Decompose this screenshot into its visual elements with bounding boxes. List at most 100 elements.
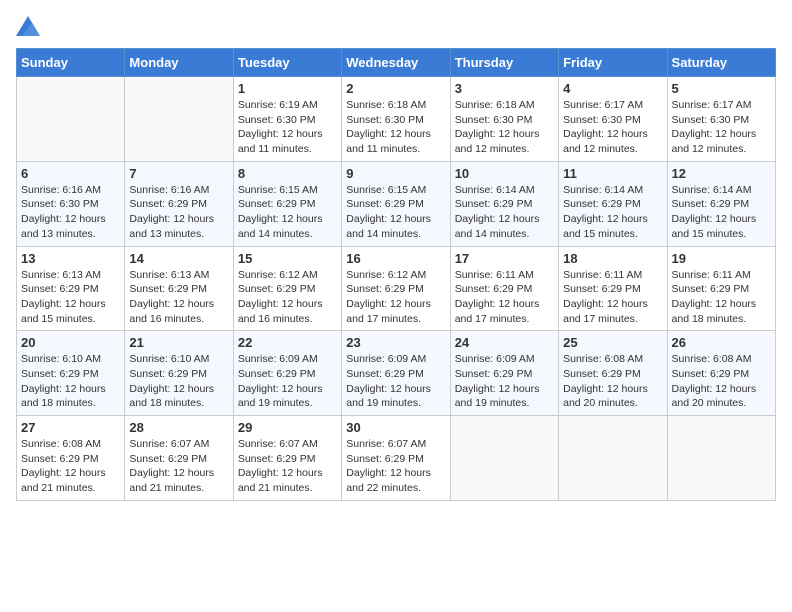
day-header-friday: Friday xyxy=(559,49,667,77)
day-number: 21 xyxy=(129,335,228,350)
calendar-cell xyxy=(125,77,233,162)
day-number: 12 xyxy=(672,166,771,181)
calendar-week-row: 13 Sunrise: 6:13 AM Sunset: 6:29 PM Dayli… xyxy=(17,246,776,331)
calendar-cell: 10 Sunrise: 6:14 AM Sunset: 6:29 PM Dayli… xyxy=(450,161,558,246)
day-number: 20 xyxy=(21,335,120,350)
day-header-saturday: Saturday xyxy=(667,49,775,77)
day-info: Sunrise: 6:07 AM Sunset: 6:29 PM Dayligh… xyxy=(238,437,337,496)
day-number: 15 xyxy=(238,251,337,266)
day-info: Sunrise: 6:08 AM Sunset: 6:29 PM Dayligh… xyxy=(563,352,662,411)
calendar-cell: 2 Sunrise: 6:18 AM Sunset: 6:30 PM Daylig… xyxy=(342,77,450,162)
day-number: 23 xyxy=(346,335,445,350)
logo xyxy=(16,16,44,36)
day-info: Sunrise: 6:08 AM Sunset: 6:29 PM Dayligh… xyxy=(672,352,771,411)
calendar-cell: 13 Sunrise: 6:13 AM Sunset: 6:29 PM Dayli… xyxy=(17,246,125,331)
day-info: Sunrise: 6:09 AM Sunset: 6:29 PM Dayligh… xyxy=(455,352,554,411)
calendar-cell: 15 Sunrise: 6:12 AM Sunset: 6:29 PM Dayli… xyxy=(233,246,341,331)
calendar-cell: 19Sunrise: 6:11 AM Sunset: 6:29 PM Dayli… xyxy=(667,246,775,331)
day-number: 10 xyxy=(455,166,554,181)
day-number: 9 xyxy=(346,166,445,181)
calendar-cell: 12 Sunrise: 6:14 AM Sunset: 6:29 PM Dayli… xyxy=(667,161,775,246)
day-info: Sunrise: 6:18 AM Sunset: 6:30 PM Dayligh… xyxy=(346,98,445,157)
day-info: Sunrise: 6:11 AM Sunset: 6:29 PM Dayligh… xyxy=(455,268,554,327)
calendar-cell: 23 Sunrise: 6:09 AM Sunset: 6:29 PM Dayli… xyxy=(342,331,450,416)
calendar-table: SundayMondayTuesdayWednesdayThursdayFrid… xyxy=(16,48,776,501)
day-number: 19 xyxy=(672,251,771,266)
day-info: Sunrise: 6:17 AM Sunset: 6:30 PM Dayligh… xyxy=(563,98,662,157)
day-info: Sunrise: 6:16 AM Sunset: 6:30 PM Dayligh… xyxy=(21,183,120,242)
day-info: Sunrise: 6:17 AM Sunset: 6:30 PM Dayligh… xyxy=(672,98,771,157)
calendar-header-row: SundayMondayTuesdayWednesdayThursdayFrid… xyxy=(17,49,776,77)
day-number: 13 xyxy=(21,251,120,266)
calendar-week-row: 6 Sunrise: 6:16 AM Sunset: 6:30 PM Daylig… xyxy=(17,161,776,246)
calendar-cell: 5 Sunrise: 6:17 AM Sunset: 6:30 PM Daylig… xyxy=(667,77,775,162)
day-info: Sunrise: 6:09 AM Sunset: 6:29 PM Dayligh… xyxy=(238,352,337,411)
day-number: 3 xyxy=(455,81,554,96)
day-info: Sunrise: 6:07 AM Sunset: 6:29 PM Dayligh… xyxy=(346,437,445,496)
day-number: 2 xyxy=(346,81,445,96)
day-info: Sunrise: 6:16 AM Sunset: 6:29 PM Dayligh… xyxy=(129,183,228,242)
day-number: 5 xyxy=(672,81,771,96)
day-info: Sunrise: 6:11 AM Sunset: 6:29 PM Dayligh… xyxy=(563,268,662,327)
calendar-cell: 4 Sunrise: 6:17 AM Sunset: 6:30 PM Daylig… xyxy=(559,77,667,162)
calendar-cell: 6 Sunrise: 6:16 AM Sunset: 6:30 PM Daylig… xyxy=(17,161,125,246)
calendar-cell: 27 Sunrise: 6:08 AM Sunset: 6:29 PM Dayli… xyxy=(17,416,125,501)
calendar-week-row: 20 Sunrise: 6:10 AM Sunset: 6:29 PM Dayli… xyxy=(17,331,776,416)
calendar-cell: 22 Sunrise: 6:09 AM Sunset: 6:29 PM Dayli… xyxy=(233,331,341,416)
calendar-cell: 24 Sunrise: 6:09 AM Sunset: 6:29 PM Dayli… xyxy=(450,331,558,416)
calendar-cell: 7Sunrise: 6:16 AM Sunset: 6:29 PM Daylig… xyxy=(125,161,233,246)
day-header-tuesday: Tuesday xyxy=(233,49,341,77)
day-number: 27 xyxy=(21,420,120,435)
day-number: 16 xyxy=(346,251,445,266)
day-number: 24 xyxy=(455,335,554,350)
day-info: Sunrise: 6:19 AM Sunset: 6:30 PM Dayligh… xyxy=(238,98,337,157)
day-number: 17 xyxy=(455,251,554,266)
day-info: Sunrise: 6:12 AM Sunset: 6:29 PM Dayligh… xyxy=(238,268,337,327)
day-header-sunday: Sunday xyxy=(17,49,125,77)
calendar-week-row: 27 Sunrise: 6:08 AM Sunset: 6:29 PM Dayli… xyxy=(17,416,776,501)
calendar-cell xyxy=(667,416,775,501)
calendar-week-row: 1 Sunrise: 6:19 AM Sunset: 6:30 PM Daylig… xyxy=(17,77,776,162)
day-info: Sunrise: 6:10 AM Sunset: 6:29 PM Dayligh… xyxy=(129,352,228,411)
calendar-cell: 8Sunrise: 6:15 AM Sunset: 6:29 PM Daylig… xyxy=(233,161,341,246)
day-info: Sunrise: 6:12 AM Sunset: 6:29 PM Dayligh… xyxy=(346,268,445,327)
day-info: Sunrise: 6:07 AM Sunset: 6:29 PM Dayligh… xyxy=(129,437,228,496)
calendar-cell: 1 Sunrise: 6:19 AM Sunset: 6:30 PM Daylig… xyxy=(233,77,341,162)
calendar-cell: 26 Sunrise: 6:08 AM Sunset: 6:29 PM Dayli… xyxy=(667,331,775,416)
day-number: 11 xyxy=(563,166,662,181)
page-header xyxy=(16,16,776,36)
day-info: Sunrise: 6:13 AM Sunset: 6:29 PM Dayligh… xyxy=(21,268,120,327)
day-info: Sunrise: 6:09 AM Sunset: 6:29 PM Dayligh… xyxy=(346,352,445,411)
day-info: Sunrise: 6:15 AM Sunset: 6:29 PM Dayligh… xyxy=(346,183,445,242)
calendar-cell xyxy=(559,416,667,501)
day-info: Sunrise: 6:10 AM Sunset: 6:29 PM Dayligh… xyxy=(21,352,120,411)
day-info: Sunrise: 6:15 AM Sunset: 6:29 PM Dayligh… xyxy=(238,183,337,242)
calendar-cell: 28Sunrise: 6:07 AM Sunset: 6:29 PM Dayli… xyxy=(125,416,233,501)
calendar-cell: 20 Sunrise: 6:10 AM Sunset: 6:29 PM Dayli… xyxy=(17,331,125,416)
calendar-cell: 25 Sunrise: 6:08 AM Sunset: 6:29 PM Dayli… xyxy=(559,331,667,416)
calendar-cell: 16 Sunrise: 6:12 AM Sunset: 6:29 PM Dayli… xyxy=(342,246,450,331)
day-header-thursday: Thursday xyxy=(450,49,558,77)
day-info: Sunrise: 6:14 AM Sunset: 6:29 PM Dayligh… xyxy=(455,183,554,242)
calendar-cell: 14Sunrise: 6:13 AM Sunset: 6:29 PM Dayli… xyxy=(125,246,233,331)
day-info: Sunrise: 6:08 AM Sunset: 6:29 PM Dayligh… xyxy=(21,437,120,496)
day-number: 29 xyxy=(238,420,337,435)
day-info: Sunrise: 6:14 AM Sunset: 6:29 PM Dayligh… xyxy=(563,183,662,242)
day-header-monday: Monday xyxy=(125,49,233,77)
day-number: 30 xyxy=(346,420,445,435)
day-header-wednesday: Wednesday xyxy=(342,49,450,77)
day-info: Sunrise: 6:14 AM Sunset: 6:29 PM Dayligh… xyxy=(672,183,771,242)
day-number: 25 xyxy=(563,335,662,350)
day-number: 22 xyxy=(238,335,337,350)
day-info: Sunrise: 6:13 AM Sunset: 6:29 PM Dayligh… xyxy=(129,268,228,327)
calendar-cell: 3 Sunrise: 6:18 AM Sunset: 6:30 PM Daylig… xyxy=(450,77,558,162)
calendar-cell: 17 Sunrise: 6:11 AM Sunset: 6:29 PM Dayli… xyxy=(450,246,558,331)
calendar-cell xyxy=(17,77,125,162)
day-number: 4 xyxy=(563,81,662,96)
day-number: 26 xyxy=(672,335,771,350)
day-number: 1 xyxy=(238,81,337,96)
logo-icon xyxy=(16,16,40,36)
calendar-cell: 11 Sunrise: 6:14 AM Sunset: 6:29 PM Dayli… xyxy=(559,161,667,246)
day-info: Sunrise: 6:18 AM Sunset: 6:30 PM Dayligh… xyxy=(455,98,554,157)
day-number: 6 xyxy=(21,166,120,181)
